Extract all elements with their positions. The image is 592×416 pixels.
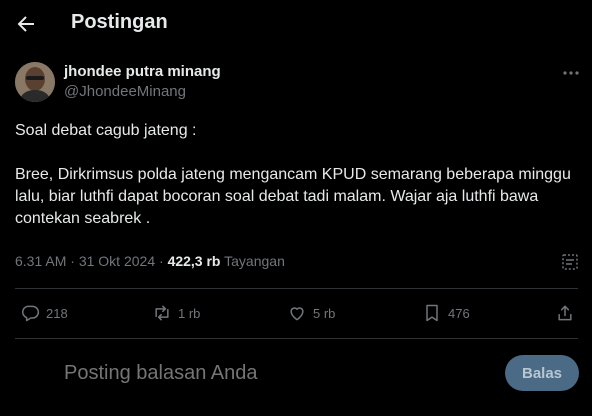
more-icon[interactable]	[560, 64, 582, 82]
analytics-icon[interactable]	[560, 252, 580, 272]
page-title: Postingan	[71, 11, 168, 33]
tweet-time[interactable]: 6.31 AM	[15, 253, 66, 269]
reply-icon	[22, 305, 40, 322]
author-handle[interactable]: @JhondeeMinang	[64, 83, 186, 100]
tweet-text: Soal debat cagub jateng : Bree, Dirkrims…	[15, 120, 577, 230]
divider-top	[15, 288, 578, 289]
share-button[interactable]	[555, 300, 575, 326]
bookmark-count: 476	[448, 305, 470, 321]
avatar[interactable]	[15, 62, 55, 102]
reply-button[interactable]: 218	[20, 300, 68, 326]
reply-count: 218	[46, 305, 68, 321]
divider-bottom	[15, 338, 578, 339]
share-icon	[558, 305, 572, 321]
repost-button[interactable]: 1 rb	[152, 300, 200, 326]
bookmark-button[interactable]: 476	[422, 300, 470, 326]
author-display-name[interactable]: jhondee putra minang	[64, 63, 221, 80]
like-button[interactable]: 5 rb	[287, 300, 335, 326]
like-count: 5 rb	[313, 305, 336, 321]
reply-composer: Balas	[0, 340, 592, 410]
meta-separator-2: ·	[159, 253, 164, 269]
views-label: Tayangan	[224, 253, 285, 269]
tweet-meta: 6.31 AM · 31 Okt 2024 · 422,3 rb Tayanga…	[15, 253, 285, 269]
back-arrow-icon[interactable]	[14, 12, 38, 36]
like-icon	[290, 307, 304, 321]
bookmark-icon	[426, 304, 438, 322]
reply-submit-button[interactable]: Balas	[505, 355, 579, 391]
views-count: 422,3 rb	[167, 253, 221, 269]
tweet-actions: 218 1 rb 5 rb 476	[0, 300, 592, 326]
repost-count: 1 rb	[178, 305, 201, 321]
meta-separator: ·	[70, 253, 75, 269]
tweet-line-1: Soal debat cagub jateng :	[15, 122, 197, 139]
top-bar: Postingan	[0, 0, 592, 48]
tweet-line-2: Bree, Dirkrimsus polda jateng mengancam …	[15, 166, 571, 227]
repost-icon	[155, 305, 169, 321]
tweet-date[interactable]: 31 Okt 2024	[79, 253, 155, 269]
reply-input[interactable]	[64, 362, 484, 385]
